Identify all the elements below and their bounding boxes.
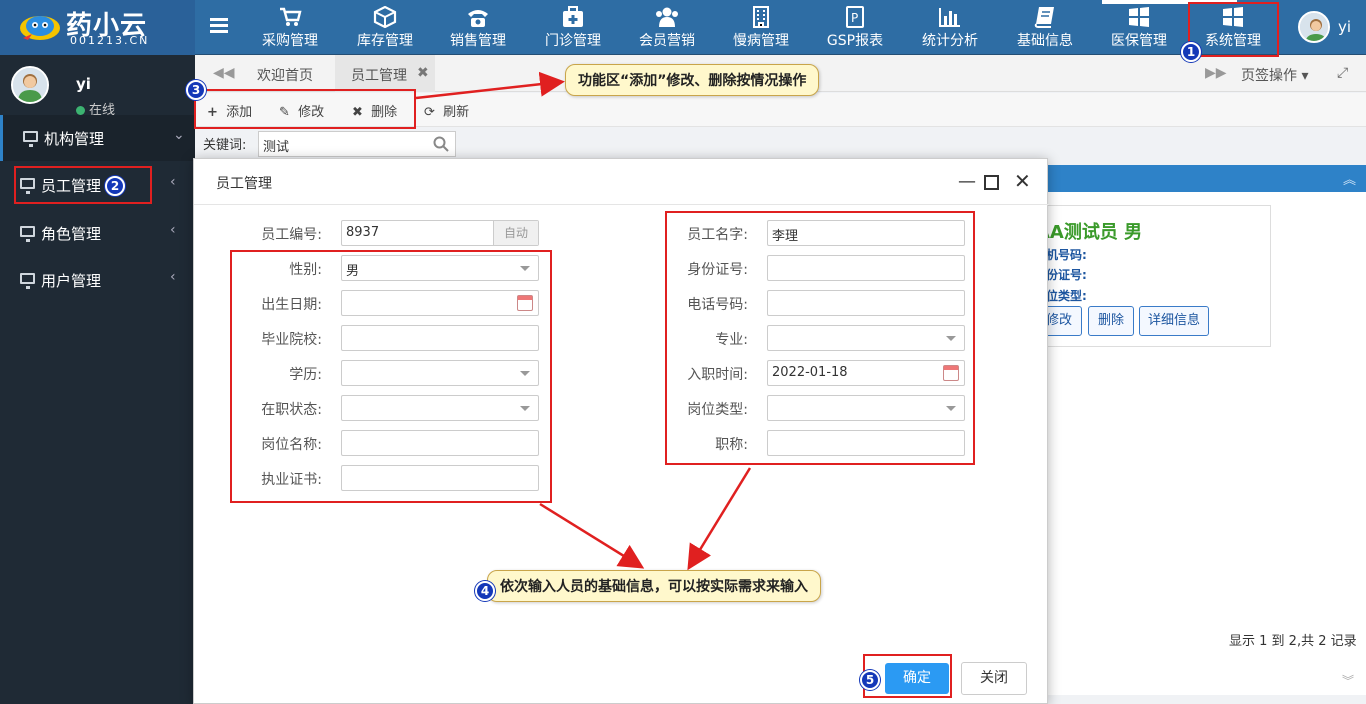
step-badge-4: 4 [475, 581, 495, 601]
step-badge-3: 3 [186, 80, 206, 100]
arrow-left-form [539, 502, 645, 569]
arrow-to-callout-1 [415, 71, 565, 100]
step-badge-2: 2 [105, 176, 125, 196]
step-badge-1: 1 [1181, 42, 1201, 62]
callout-toolbar: 功能区“添加”修改、删除按情况操作 [565, 64, 820, 96]
arrow-right-form [687, 467, 752, 571]
step-badge-5: 5 [860, 670, 880, 690]
callout-form: 依次输入人员的基础信息，可以按实际需求来输入 [487, 570, 821, 602]
